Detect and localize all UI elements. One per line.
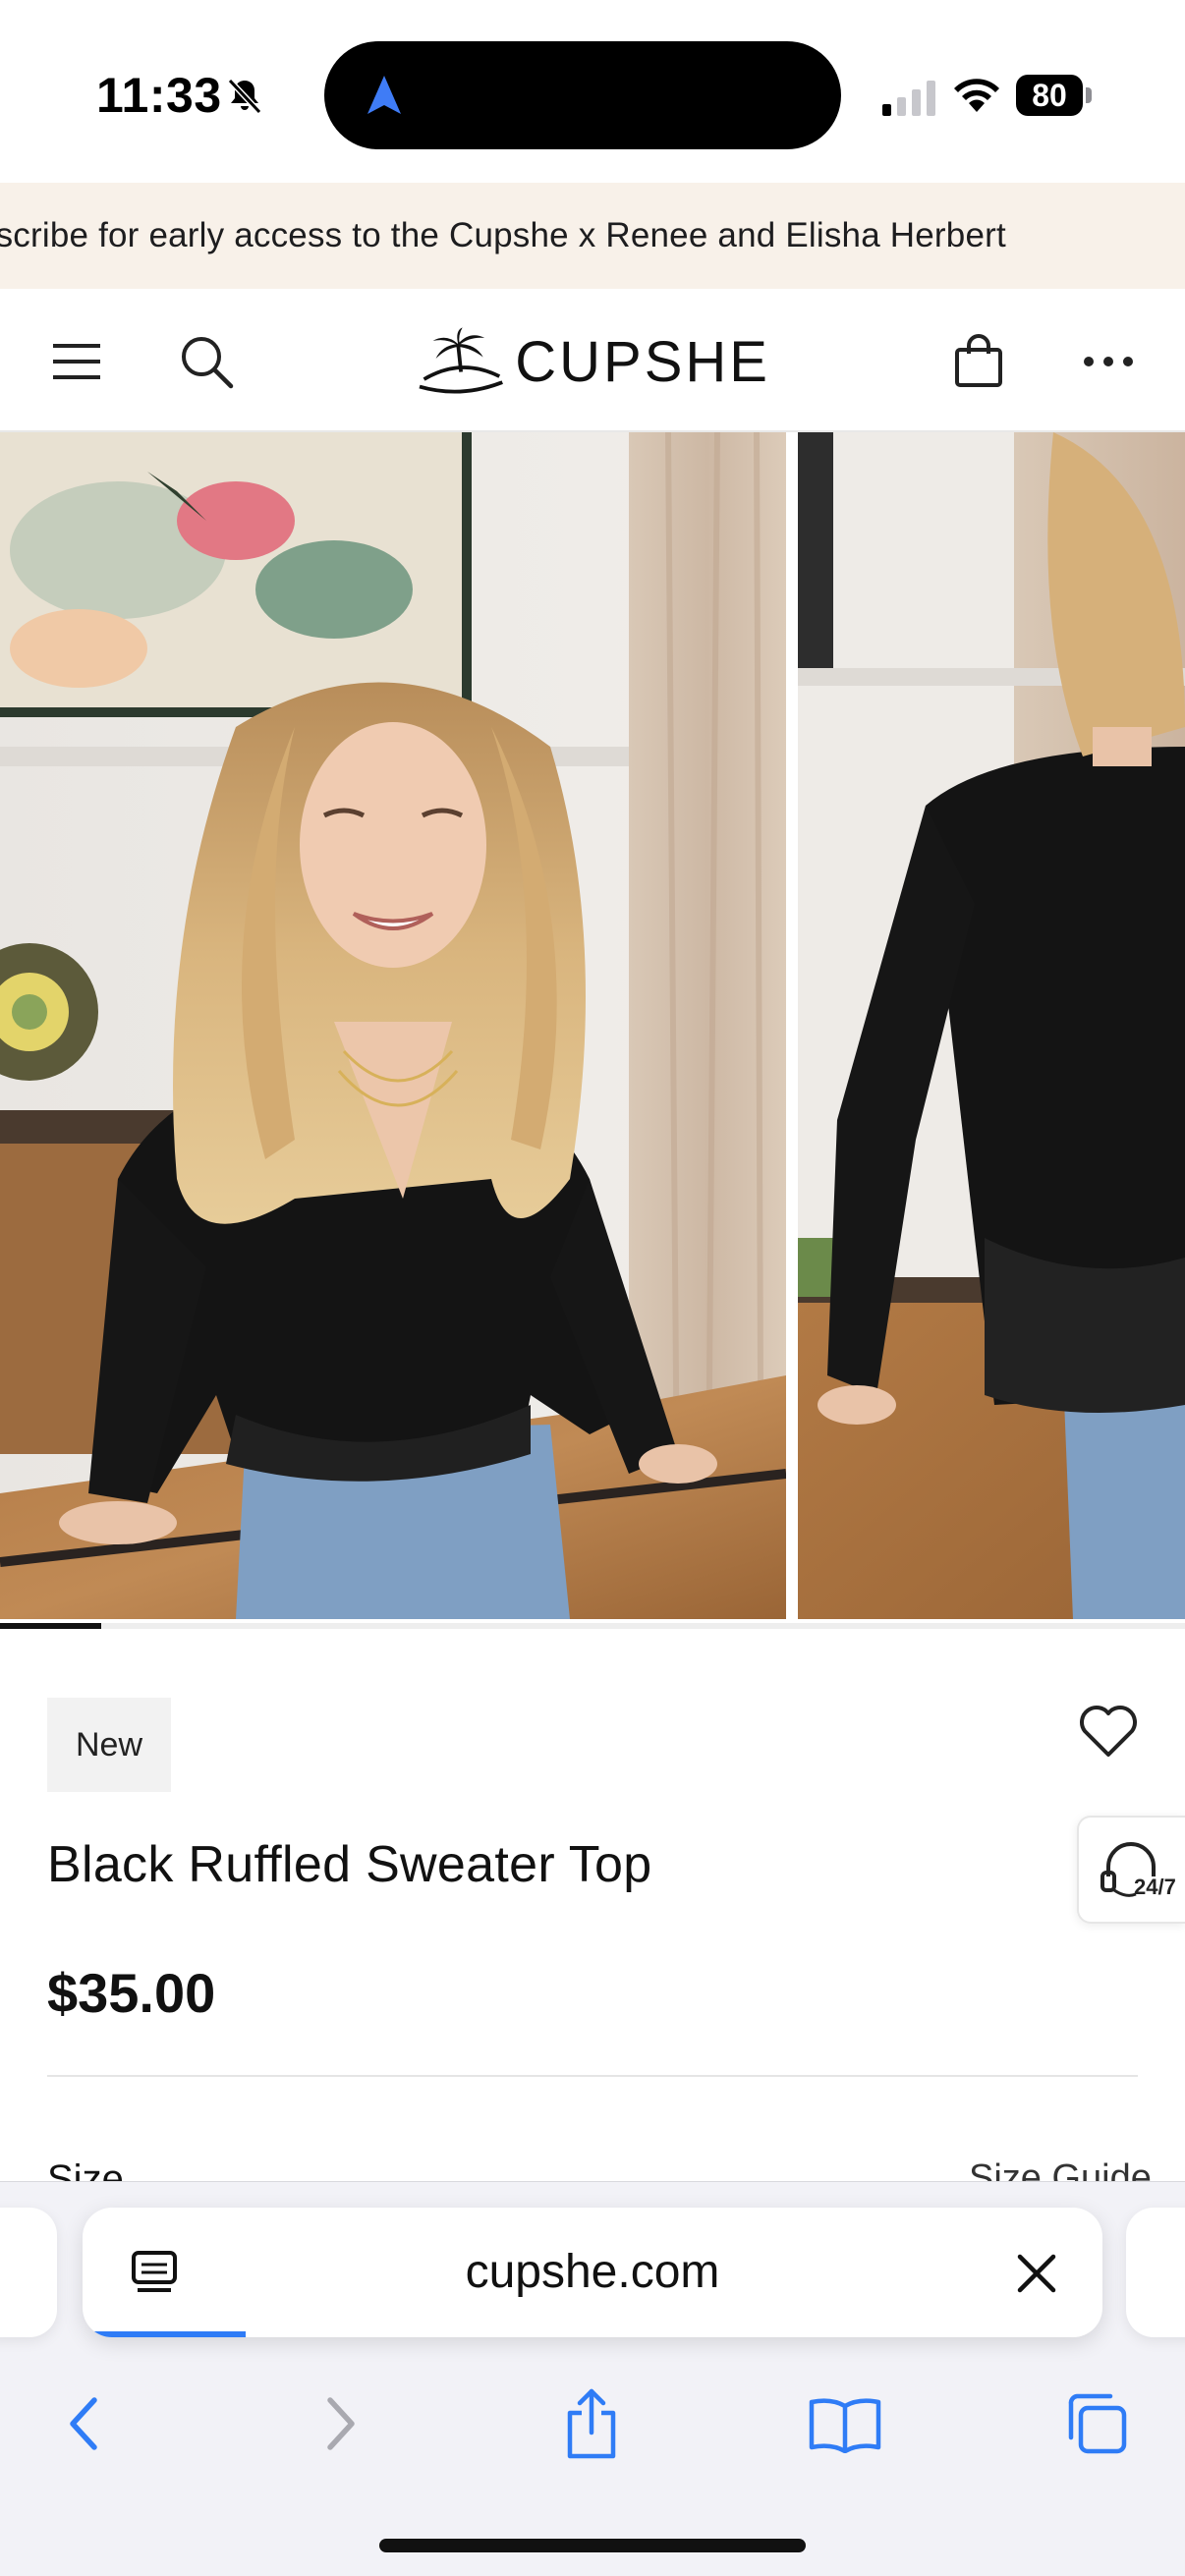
new-badge: New — [47, 1698, 171, 1792]
close-icon[interactable] — [1010, 2247, 1063, 2300]
forward-button[interactable] — [291, 2375, 389, 2473]
bookmarks-icon — [809, 2398, 881, 2453]
bag-icon — [955, 334, 1002, 387]
status-bar: 11:33 80 — [0, 0, 1185, 183]
wishlist-button[interactable] — [1077, 1700, 1140, 1763]
back-icon — [70, 2397, 97, 2450]
announcement-text[interactable]: ıbscribe for early access to the Cupshe … — [0, 183, 1006, 289]
model-back-photo[interactable] — [798, 432, 1185, 1619]
more-options-button[interactable] — [1077, 330, 1140, 393]
more-icon — [1084, 357, 1133, 366]
share-icon — [567, 2388, 616, 2459]
site-header: CUPSHE — [0, 289, 1185, 432]
menu-icon — [53, 344, 100, 379]
safari-bottom-bar: cupshe.com — [0, 2181, 1185, 2576]
forward-icon — [327, 2397, 355, 2450]
product-price: $35.00 — [47, 1962, 216, 2024]
battery-level: 80 — [1032, 78, 1067, 113]
url-text[interactable]: cupshe.com — [83, 2208, 1102, 2337]
heart-icon — [1080, 1706, 1137, 1757]
address-bar[interactable]: cupshe.com — [83, 2208, 1102, 2337]
page-load-progress — [83, 2331, 247, 2337]
product-gallery[interactable] — [0, 432, 1185, 1619]
dynamic-island — [324, 41, 841, 149]
tabs-icon — [1068, 2393, 1127, 2454]
cellular-signal-icon — [882, 81, 935, 116]
wifi-icon — [954, 79, 999, 112]
tabs-button[interactable] — [1047, 2375, 1146, 2473]
product-title: Black Ruffled Sweater Top — [47, 1836, 652, 1893]
back-button[interactable] — [35, 2375, 134, 2473]
previous-tab-peek[interactable] — [0, 2208, 57, 2337]
search-icon — [182, 337, 234, 389]
bookmarks-button[interactable] — [796, 2375, 894, 2473]
logo-text: CUPSHE — [515, 329, 770, 394]
gallery-progress-fill — [0, 1623, 101, 1629]
search-button[interactable] — [175, 330, 238, 393]
model-front-photo[interactable] — [0, 432, 786, 1619]
battery-icon: 80 — [1016, 75, 1093, 116]
next-tab-peek[interactable] — [1126, 2208, 1185, 2337]
bell-slash-icon — [227, 78, 262, 115]
safari-toolbar — [0, 2375, 1185, 2492]
palm-logo-icon — [419, 327, 503, 394]
gallery-progress-bar — [0, 1623, 1185, 1629]
announcement-bar[interactable]: ıbscribe for early access to the Cupshe … — [0, 183, 1185, 289]
chat-label: 24/7 — [1134, 1875, 1176, 1899]
divider — [47, 2075, 1138, 2077]
share-button[interactable] — [542, 2375, 641, 2473]
status-time: 11:33 — [96, 68, 222, 123]
chat-support-button[interactable]: 24/7 — [1077, 1816, 1185, 1924]
menu-button[interactable] — [45, 330, 108, 393]
cupshe-logo[interactable]: CUPSHE — [417, 314, 770, 409]
location-arrow-icon — [367, 76, 401, 114]
home-indicator[interactable] — [379, 2539, 806, 2552]
shopping-bag-button[interactable] — [947, 330, 1010, 393]
